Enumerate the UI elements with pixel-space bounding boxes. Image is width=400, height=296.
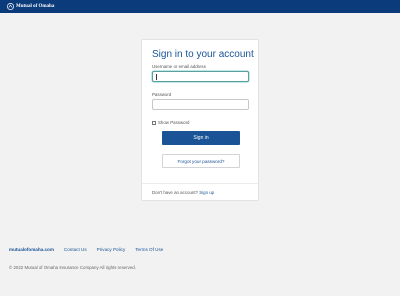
username-field[interactable] [152,71,249,82]
footer-brand-link[interactable]: mutualofomaha.com [9,247,54,252]
signup-link[interactable]: Sign up [199,190,214,195]
copyright-text: © 2022 Mutual of Omaha Insurance Company… [9,265,136,270]
forgot-password-button[interactable]: Forgot your password? [162,154,240,168]
footer-link-contact[interactable]: Contact Us [64,247,87,252]
footer-links: mutualofomaha.com Contact Us Privacy Pol… [9,247,163,252]
show-password-toggle[interactable]: Show Password [152,120,189,125]
page-title: Sign in to your account [152,49,254,60]
no-account-text: Don't have an account? [152,190,198,195]
mutual-of-omaha-logo-icon [7,3,14,10]
show-password-checkbox[interactable] [152,120,156,125]
show-password-label: Show Password [158,120,190,125]
signin-button[interactable]: Sign in [162,131,240,145]
top-header-bar: Mutual of Omaha [0,0,400,13]
brand-logo[interactable]: Mutual of Omaha [7,3,54,10]
signup-row: Don't have an account? Sign up [152,190,214,195]
signin-card: Sign in to your account Username or emai… [141,39,259,201]
username-label: Username or email address [152,64,206,69]
text-caret [156,74,157,80]
logo-text: Mutual of Omaha [16,4,55,9]
footer-link-terms[interactable]: Terms Of Use [135,247,163,252]
password-field[interactable] [152,99,249,110]
card-divider [142,183,258,184]
footer-link-privacy[interactable]: Privacy Policy [97,247,126,252]
password-label: Password [152,92,172,97]
